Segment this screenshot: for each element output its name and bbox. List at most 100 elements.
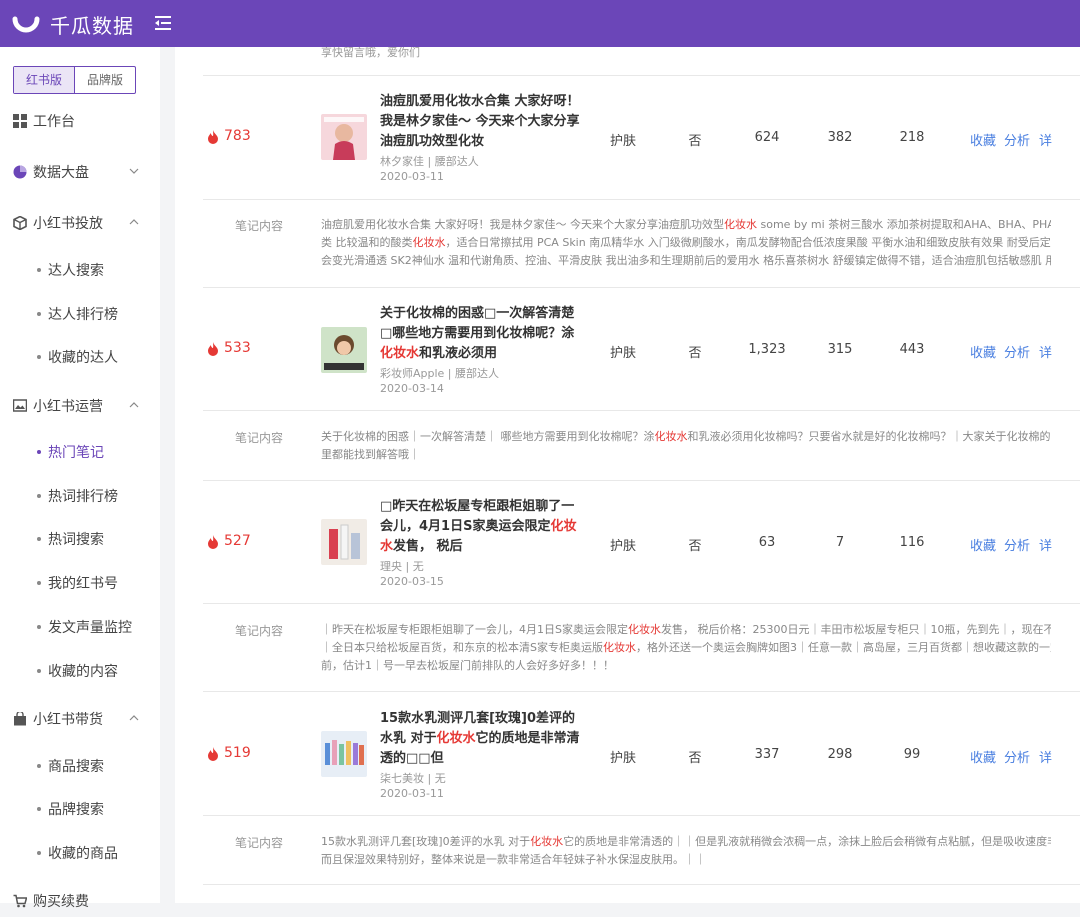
bullet-icon	[37, 355, 41, 359]
title-text: 和乳液必须用	[419, 346, 498, 361]
sidebar-item-label: 收藏的商品	[48, 846, 118, 862]
note-thumbnail[interactable]	[321, 327, 367, 373]
sidebar-item-dashboard[interactable]: 数据大盘	[0, 156, 160, 188]
keyword-highlight: 化妆水	[654, 430, 688, 443]
content-label: 笔记内容	[235, 836, 284, 850]
sidebar-item-fav-products[interactable]: 收藏的商品	[0, 838, 160, 868]
note-collects: 7	[835, 535, 845, 550]
row-divider	[203, 815, 1080, 816]
note-content: 关于化妆棉的困惑｜一次解答清楚｜ 哪些地方需要用到化妆棉呢？涂化妆水和乳液必须用…	[321, 428, 1051, 464]
note-author[interactable]: 柒七美妆 | 无	[380, 770, 446, 786]
note-thumbnail[interactable]	[321, 519, 367, 565]
sidebar-item-label: 小红书带货	[33, 712, 103, 728]
sidebar-item-fav-kol[interactable]: 收藏的达人	[0, 342, 160, 372]
content-text: 类 比较温和的酸类	[321, 236, 413, 249]
note-author[interactable]: 林夕家佳 | 腰部达人	[380, 153, 479, 169]
note-comments: 443	[899, 342, 925, 357]
note-author[interactable]: 理央 | 无	[380, 558, 424, 574]
bullet-icon	[37, 494, 41, 498]
content-text: ，适合日常擦拭用 PCA Skin 南瓜精华水 入门级微刷酸水，南瓜发酵物配合低…	[445, 236, 1052, 249]
analyze-link[interactable]: 分析	[1004, 342, 1030, 361]
favorite-link[interactable]: 收藏	[970, 342, 996, 361]
chevron-down-icon	[129, 168, 139, 174]
row-divider	[203, 410, 1080, 411]
content-line: 前，估计1｜号一早去松坂屋门前排队的人会好多好多！！！	[321, 657, 1051, 675]
content-label: 笔记内容	[235, 624, 284, 638]
content-text: ，格外还送一个奥运会胸牌如图3｜任意一款｜高岛屋，三月百货都｜想收藏这款的一定	[635, 641, 1051, 654]
sidebar-item-xhs-commerce[interactable]: 小红书带货	[0, 703, 160, 735]
note-thumbnail[interactable]	[321, 731, 367, 777]
detail-link[interactable]: 详	[1039, 535, 1052, 554]
sidebar-item-xhs-ops[interactable]: 小红书运营	[0, 390, 160, 422]
sidebar-item-workbench[interactable]: 工作台	[0, 105, 160, 137]
keyword-highlight: 化妆水	[436, 731, 476, 746]
tab-brand[interactable]: 品牌版	[75, 67, 135, 93]
keyword-highlight: 化妆水	[627, 623, 661, 636]
content-text: 发售， 税后价格：25300日元｜丰田市松坂屋专柜只｜10瓶，先到先｜，现在不给…	[660, 623, 1051, 636]
keyword-highlight: 化妆水	[380, 346, 420, 361]
sidebar-item-my-account[interactable]: 我的红书号	[0, 568, 160, 598]
favorite-link[interactable]: 收藏	[970, 130, 996, 149]
analyze-link[interactable]: 分析	[1004, 130, 1030, 149]
content-line: 15款水乳测评几套[玫瑰]0差评的水乳 对于化妆水它的质地是非常清透的｜｜但是乳…	[321, 833, 1051, 851]
chevron-up-icon	[129, 715, 139, 721]
sidebar-item-label: 工作台	[33, 114, 75, 130]
note-flag: 否	[688, 346, 702, 361]
sidebar-item-volume-monitor[interactable]: 发文声量监控	[0, 612, 160, 642]
content-line: ｜昨天在松坂屋专柜跟柜姐聊了一会儿，4月1日S家奥运会限定化妆水发售， 税后价格…	[321, 621, 1051, 639]
sidebar-item-product-search[interactable]: 商品搜索	[0, 751, 160, 781]
bullet-icon	[37, 669, 41, 673]
sidebar-item-label: 收藏的达人	[48, 350, 118, 366]
sidebar-item-brand-search[interactable]: 品牌搜索	[0, 794, 160, 824]
grid-icon	[13, 114, 27, 128]
title-text: 关于化妆棉的困惑□一次解答清楚□哪些地方需要用到化妆棉呢？涂	[380, 306, 575, 341]
content-text: ｜全日本只给松坂屋百货，和东京的松本清S家专柜奥运版	[321, 641, 603, 654]
sidebar-item-label: 热词搜索	[48, 532, 104, 548]
detail-link[interactable]: 详	[1039, 747, 1052, 766]
logo-icon	[12, 16, 40, 33]
content-text: 里都能找到解答哦｜	[321, 448, 420, 461]
bag-icon	[14, 712, 26, 726]
sidebar-item-label: 热门笔记	[48, 445, 104, 461]
note-likes: 337	[754, 747, 780, 762]
title-text: 发售， 税后	[393, 539, 463, 554]
note-title[interactable]: 油痘肌爱用化妆水合集 大家好呀！我是林夕家佳～ 今天来个大家分享油痘肌功效型化妆	[380, 92, 580, 152]
sidebar-item-label: 达人排行榜	[48, 307, 118, 323]
bullet-icon	[37, 625, 41, 629]
sidebar-item-label: 达人搜索	[48, 263, 104, 279]
keyword-highlight: 化妆水	[530, 835, 564, 848]
note-collects: 298	[827, 747, 853, 762]
content-text: 和乳液必须用化妆棉吗？只要省水就是好的化妆棉吗？｜大家关于化妆棉的困	[687, 430, 1052, 443]
sidebar-item-xhs-launch[interactable]: 小红书投放	[0, 207, 160, 239]
note-title[interactable]: 关于化妆棉的困惑□一次解答清楚□哪些地方需要用到化妆棉呢？涂化妆水和乳液必须用	[380, 304, 580, 364]
note-category: 护肤	[609, 539, 636, 554]
note-collects: 315	[827, 342, 853, 357]
detail-link[interactable]: 详	[1039, 342, 1052, 361]
menu-fold-icon[interactable]	[153, 13, 173, 33]
sidebar-item-hotword-search[interactable]: 热词搜索	[0, 524, 160, 554]
sidebar-item-fav-content[interactable]: 收藏的内容	[0, 656, 160, 686]
note-title[interactable]: □昨天在松坂屋专柜跟柜姐聊了一会儿，4月1日S家奥运会限定化妆水发售， 税后	[380, 497, 580, 557]
note-date: 2020-03-11	[380, 170, 444, 183]
sidebar-item-kol-search[interactable]: 达人搜索	[0, 255, 160, 285]
keyword-highlight: 化妆水	[724, 218, 757, 231]
note-thumbnail[interactable]	[321, 114, 367, 160]
sidebar-item-hot-notes[interactable]: 热门笔记	[0, 437, 160, 467]
detail-link[interactable]: 详	[1039, 130, 1052, 149]
sidebar-item-label: 小红书运营	[33, 399, 103, 415]
sidebar-item-hotword-ranking[interactable]: 热词排行榜	[0, 481, 160, 511]
analyze-link[interactable]: 分析	[1004, 747, 1030, 766]
analyze-link[interactable]: 分析	[1004, 535, 1030, 554]
favorite-link[interactable]: 收藏	[970, 747, 996, 766]
favorite-link[interactable]: 收藏	[970, 535, 996, 554]
content-text: 15款水乳测评几套[玫瑰]0差评的水乳 对于	[321, 835, 531, 848]
cube-icon	[13, 216, 27, 230]
note-author[interactable]: 彩妆师Apple | 腰部达人	[380, 365, 499, 381]
sidebar-item-kol-ranking[interactable]: 达人排行榜	[0, 299, 160, 329]
note-title[interactable]: 15款水乳测评几套[玫瑰]0差评的水乳 对于化妆水它的质地是非常清透的□□但	[380, 709, 580, 769]
sidebar-item-label: 热词排行榜	[48, 489, 118, 505]
image-icon	[13, 399, 27, 412]
note-likes: 624	[754, 130, 780, 145]
sidebar-item-renew[interactable]: 购买续费	[0, 885, 160, 917]
tab-redbook[interactable]: 红书版	[14, 67, 75, 93]
